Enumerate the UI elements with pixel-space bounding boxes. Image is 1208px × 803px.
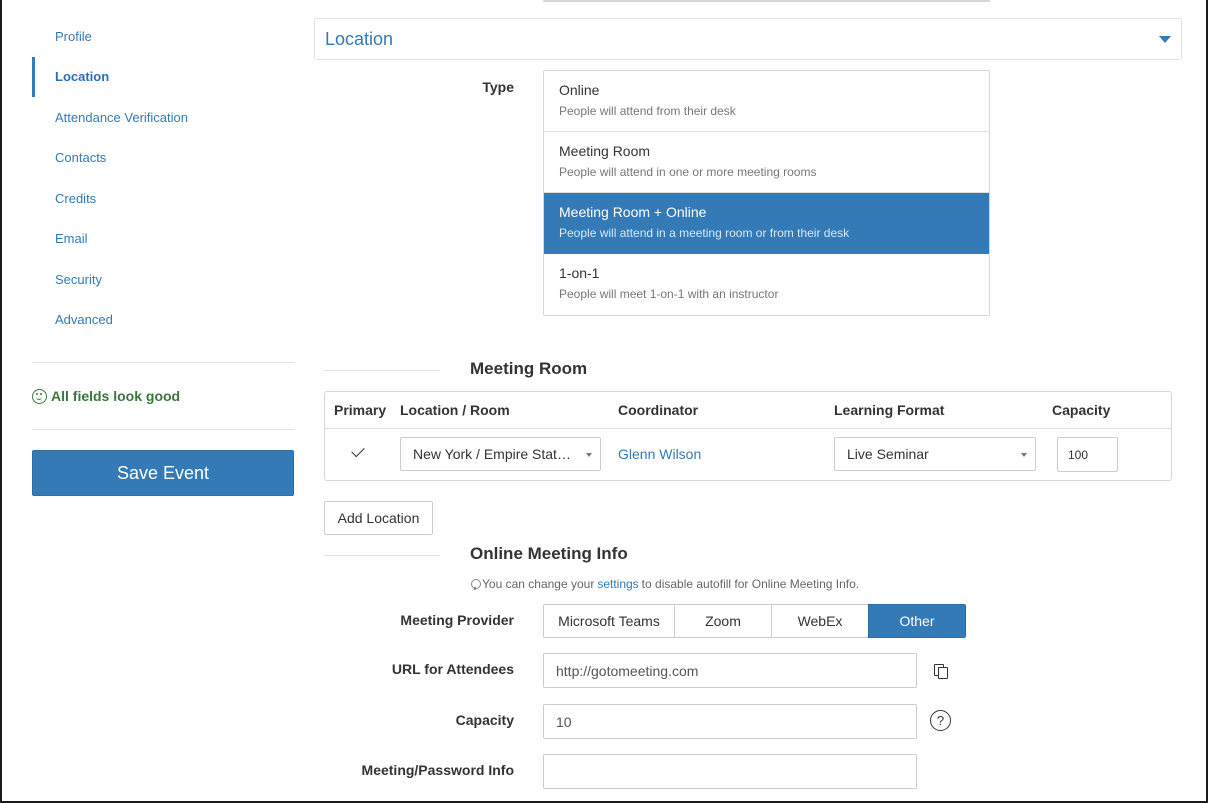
type-option-online[interactable]: Online People will attend from their des… [544,71,989,132]
copy-icon[interactable] [933,663,949,679]
provider-zoom[interactable]: Zoom [674,604,772,638]
sidebar-item-security[interactable]: Security [32,259,294,300]
password-info-input[interactable] [543,754,917,789]
add-location-button[interactable]: Add Location [324,501,433,535]
url-input[interactable]: http://gotomeeting.com [543,653,917,688]
validation-status-text: All fields look good [51,388,181,404]
location-section-header[interactable]: Location [314,18,1182,60]
type-label: Type [482,79,514,95]
provider-webex[interactable]: WebEx [771,604,869,638]
hint-suffix: to disable autofill for Online Meeting I… [641,577,860,591]
meeting-provider-label: Meeting Provider [400,612,514,628]
online-capacity-input[interactable]: 10 [543,704,917,739]
url-label: URL for Attendees [391,661,514,677]
type-option-meeting-room[interactable]: Meeting Room People will attend in one o… [544,132,989,193]
column-header-primary: Primary [334,402,387,418]
select-arrow-icon [1021,453,1027,457]
settings-link[interactable]: settings [597,577,638,591]
type-option-desc: People will attend from their desk [559,104,736,118]
location-room-value: New York / Empire State Building [413,446,600,462]
table-header-divider [325,428,1171,429]
coordinator-link[interactable]: Glenn Wilson [618,446,701,462]
select-arrow-icon [586,453,592,457]
meeting-provider-group: Microsoft Teams Zoom WebEx Other [543,604,966,638]
section-rule [324,370,440,371]
location-room-select[interactable]: New York / Empire State Building [400,437,601,471]
sidebar-item-email[interactable]: Email [32,219,294,260]
capacity-label: Capacity [455,712,514,728]
sidebar: Profile Location Attendance Verification… [32,16,294,496]
sidebar-item-profile[interactable]: Profile [32,16,294,57]
type-option-desc: People will meet 1-on-1 with an instruct… [559,287,779,301]
type-option-1-on-1[interactable]: 1-on-1 People will meet 1-on-1 with an i… [544,254,989,315]
section-title: Location [325,28,394,49]
column-header-coordinator: Coordinator [618,402,699,418]
lightbulb-icon [471,578,481,590]
meeting-room-heading: Meeting Room [470,359,588,378]
section-rule [324,555,440,556]
provider-other[interactable]: Other [868,604,966,638]
help-icon[interactable]: ? [930,710,951,731]
meeting-room-table: Primary Location / Room Coordinator Lear… [324,391,1172,481]
type-list: Online People will attend from their des… [543,70,990,316]
type-option-name: 1-on-1 [559,265,600,281]
top-scroll-edge [543,0,990,2]
save-event-button[interactable]: Save Event [32,450,294,496]
online-meeting-heading: Online Meeting Info [470,544,628,563]
sidebar-item-advanced[interactable]: Advanced [32,300,294,341]
sidebar-item-location[interactable]: Location [32,56,294,97]
column-header-learning-format: Learning Format [834,402,945,418]
validation-status: All fields look good [32,363,294,429]
type-option-name: Online [559,82,600,98]
column-header-location-room: Location / Room [400,402,510,418]
type-option-desc: People will attend in one or more meetin… [559,165,817,179]
sidebar-item-credits[interactable]: Credits [32,178,294,219]
sidebar-item-contacts[interactable]: Contacts [32,138,294,179]
provider-microsoft-teams[interactable]: Microsoft Teams [543,604,675,638]
hint-prefix: You can change your [482,577,595,591]
type-option-desc: People will attend in a meeting room or … [559,226,850,240]
type-option-meeting-room-online[interactable]: Meeting Room + Online People will attend… [544,193,989,254]
type-option-name: Meeting Room + Online [559,204,707,220]
sidebar-item-attendance-verification[interactable]: Attendance Verification [32,97,294,138]
learning-format-select[interactable]: Live Seminar [834,437,1036,471]
caret-down-icon[interactable] [1159,35,1171,43]
type-option-name: Meeting Room [559,143,651,159]
password-label: Meeting/Password Info [361,762,514,778]
autofill-hint: You can change your settings to disable … [471,577,859,591]
smile-icon [32,388,47,404]
sidebar-divider [32,429,294,430]
column-header-capacity: Capacity [1052,402,1111,418]
room-capacity-input[interactable]: 100 [1057,437,1118,472]
primary-check-icon[interactable] [351,443,365,458]
learning-format-value: Live Seminar [847,446,929,462]
